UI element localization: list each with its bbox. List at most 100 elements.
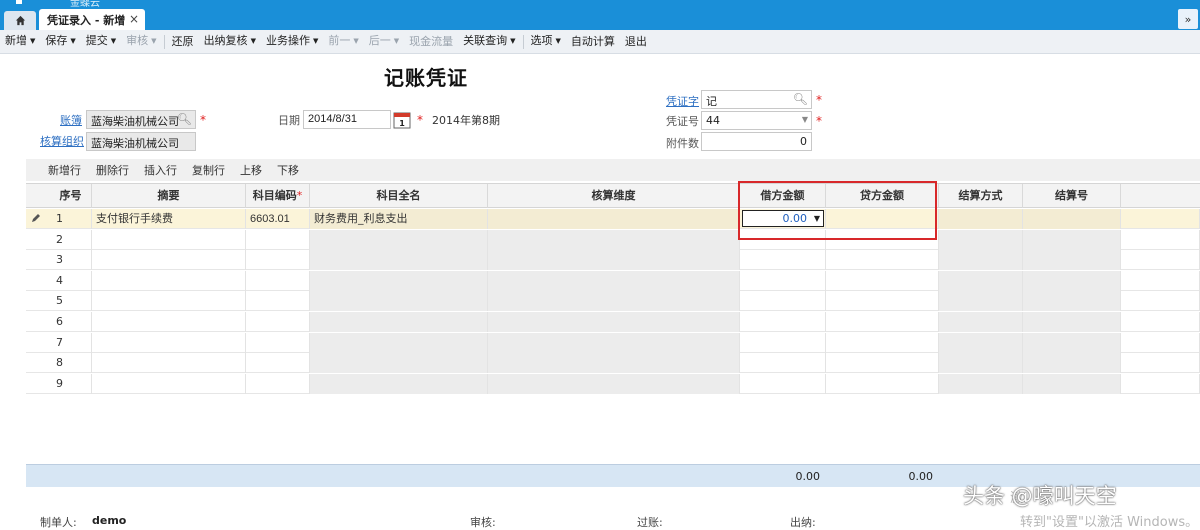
- cell-settle-method[interactable]: [939, 332, 1023, 353]
- cell-credit[interactable]: [826, 270, 939, 291]
- cell-account-name[interactable]: [310, 291, 488, 312]
- cell-account-code[interactable]: [246, 250, 310, 271]
- cell-debit[interactable]: [740, 270, 826, 291]
- table-row[interactable]: 2: [26, 229, 1200, 250]
- cell-account-name[interactable]: [310, 332, 488, 353]
- table-row[interactable]: 6: [26, 312, 1200, 332]
- cell-settle-no[interactable]: [1023, 373, 1121, 394]
- cell-summary[interactable]: [92, 332, 246, 353]
- toolbar-item-0[interactable]: 新增 ▼: [0, 29, 40, 54]
- cell-account-name[interactable]: [310, 373, 488, 394]
- cell-dimension[interactable]: [488, 373, 740, 394]
- cell-dimension[interactable]: [488, 291, 740, 312]
- cell-account-code[interactable]: [246, 312, 310, 332]
- cell-summary[interactable]: [92, 373, 246, 394]
- attachments-field[interactable]: 0: [701, 132, 812, 151]
- col-account-name[interactable]: 科目全名: [310, 184, 488, 208]
- cell-settle-no[interactable]: [1023, 291, 1121, 312]
- cell-account-code[interactable]: [246, 353, 310, 374]
- col-settle-method[interactable]: 结算方式: [939, 184, 1023, 208]
- toolbar-item-1[interactable]: 保存 ▼: [40, 29, 80, 54]
- ledger-label[interactable]: 账簿: [60, 112, 82, 128]
- cell-credit[interactable]: [826, 332, 939, 353]
- row-action-5[interactable]: 下移: [277, 162, 299, 178]
- cell-debit[interactable]: [740, 353, 826, 374]
- cell-credit[interactable]: [826, 353, 939, 374]
- col-seq[interactable]: 序号: [50, 184, 92, 208]
- expand-tabs-button[interactable]: »: [1178, 9, 1198, 29]
- table-row[interactable]: 5: [26, 291, 1200, 312]
- row-action-2[interactable]: 插入行: [144, 162, 177, 178]
- table-row[interactable]: 7: [26, 332, 1200, 353]
- cell-credit[interactable]: [826, 250, 939, 271]
- toolbar-item-10[interactable]: 关联查询 ▼: [458, 29, 520, 54]
- toolbar-item-2[interactable]: 提交 ▼: [81, 29, 121, 54]
- cell-settle-method[interactable]: [939, 209, 1023, 229]
- row-action-0[interactable]: 新增行: [48, 162, 81, 178]
- cell-dimension[interactable]: [488, 250, 740, 271]
- cell-credit[interactable]: [826, 291, 939, 312]
- date-field[interactable]: 2014/8/31: [303, 110, 391, 129]
- cell-credit[interactable]: [826, 312, 939, 332]
- row-action-1[interactable]: 删除行: [96, 162, 129, 178]
- toolbar-item-11[interactable]: 选项 ▼: [526, 29, 566, 54]
- cell-account-name[interactable]: [310, 353, 488, 374]
- cell-debit[interactable]: [740, 332, 826, 353]
- cell-dimension[interactable]: [488, 229, 740, 250]
- cell-dimension[interactable]: [488, 209, 740, 229]
- home-tab[interactable]: [4, 11, 36, 30]
- cell-dimension[interactable]: [488, 312, 740, 332]
- cell-settle-no[interactable]: [1023, 250, 1121, 271]
- col-account-code[interactable]: 科目编码*: [246, 184, 310, 208]
- cell-account-name[interactable]: [310, 312, 488, 332]
- cell-summary[interactable]: 支付银行手续费: [92, 209, 246, 229]
- toolbar-item-3[interactable]: 审核 ▼: [121, 29, 161, 54]
- cell-settle-no[interactable]: [1023, 229, 1121, 250]
- cell-dimension[interactable]: [488, 332, 740, 353]
- cell-account-code[interactable]: [246, 332, 310, 353]
- col-dimension[interactable]: 核算维度: [488, 184, 740, 208]
- cell-account-name[interactable]: [310, 270, 488, 291]
- toolbar-item-5[interactable]: 出纳复核 ▼: [199, 29, 261, 54]
- cell-summary[interactable]: [92, 312, 246, 332]
- cell-account-name[interactable]: 财务费用_利息支出: [310, 209, 488, 229]
- toolbar-item-13[interactable]: 退出: [620, 30, 652, 54]
- table-row[interactable]: 9: [26, 373, 1200, 394]
- voucher-word-label[interactable]: 凭证字: [666, 93, 699, 109]
- cell-summary[interactable]: [92, 291, 246, 312]
- cell-settle-no[interactable]: [1023, 353, 1121, 374]
- row-action-4[interactable]: 上移: [240, 162, 262, 178]
- cell-debit[interactable]: [740, 312, 826, 332]
- cell-summary[interactable]: [92, 250, 246, 271]
- table-row[interactable]: 1 支付银行手续费 6603.01 财务费用_利息支出 0.00 ▼: [26, 209, 1200, 229]
- cell-settle-method[interactable]: [939, 250, 1023, 271]
- toolbar-item-6[interactable]: 业务操作 ▼: [261, 29, 323, 54]
- row-action-3[interactable]: 复制行: [192, 162, 225, 178]
- cell-account-code[interactable]: 6603.01: [246, 209, 310, 229]
- cell-settle-method[interactable]: [939, 229, 1023, 250]
- cell-settle-method[interactable]: [939, 353, 1023, 374]
- cell-settle-method[interactable]: [939, 291, 1023, 312]
- tab-voucher-entry[interactable]: 凭证录入 - 新增 ×: [39, 9, 145, 30]
- cell-settle-no[interactable]: [1023, 209, 1121, 229]
- table-row[interactable]: 8: [26, 353, 1200, 374]
- org-label[interactable]: 核算组织: [40, 133, 84, 149]
- cell-dimension[interactable]: [488, 353, 740, 374]
- col-summary[interactable]: 摘要: [92, 184, 246, 208]
- cell-credit[interactable]: [826, 373, 939, 394]
- voucher-no-field[interactable]: 44 ▼: [701, 111, 812, 130]
- search-icon[interactable]: 🔍︎: [793, 92, 808, 106]
- cell-account-name[interactable]: [310, 250, 488, 271]
- cell-debit[interactable]: [740, 250, 826, 271]
- toolbar-item-8[interactable]: 后一 ▼: [364, 29, 404, 54]
- cell-account-code[interactable]: [246, 373, 310, 394]
- cell-settle-no[interactable]: [1023, 332, 1121, 353]
- chevron-down-icon[interactable]: ▼: [802, 115, 808, 124]
- cell-account-code[interactable]: [246, 229, 310, 250]
- voucher-word-field[interactable]: 记 🔍︎: [701, 90, 812, 109]
- cell-settle-no[interactable]: [1023, 312, 1121, 332]
- cell-settle-method[interactable]: [939, 270, 1023, 291]
- cell-settle-method[interactable]: [939, 373, 1023, 394]
- close-icon[interactable]: ×: [129, 12, 139, 26]
- cell-summary[interactable]: [92, 353, 246, 374]
